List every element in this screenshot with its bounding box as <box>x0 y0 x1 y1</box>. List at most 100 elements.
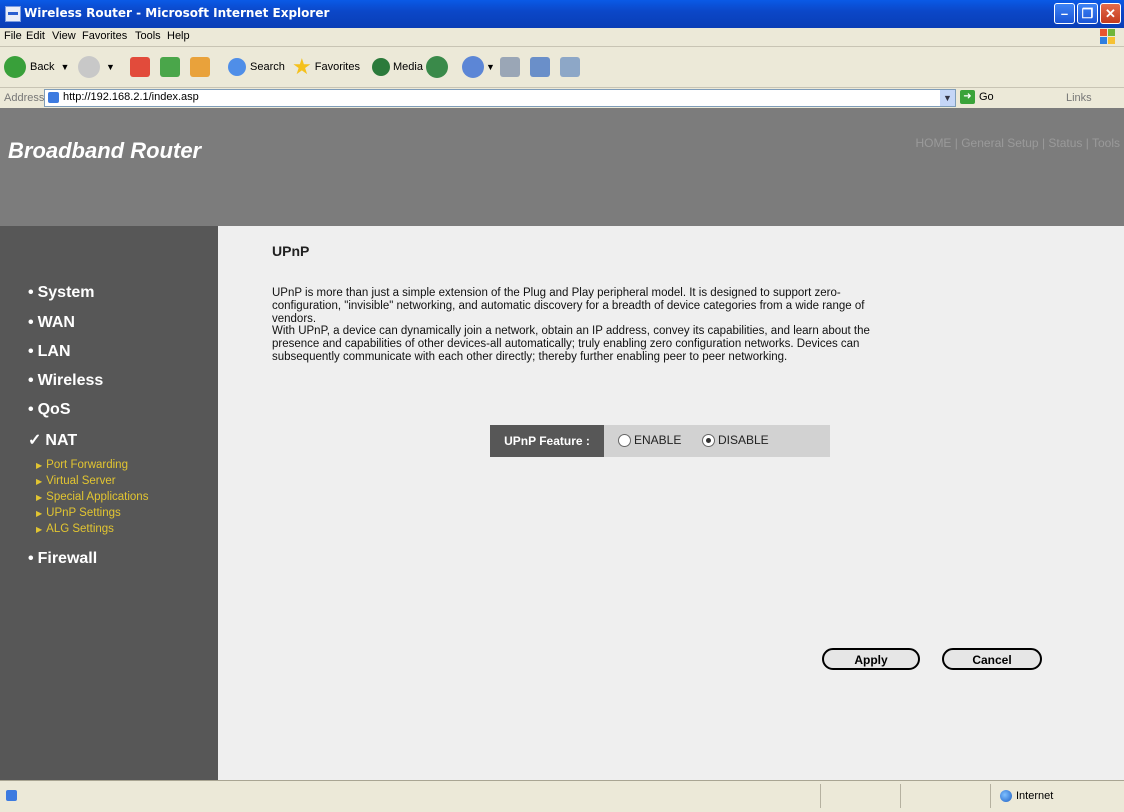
media-icon <box>372 58 390 76</box>
history-button[interactable] <box>426 55 448 79</box>
sidebar-item-label: QoS <box>37 401 71 418</box>
submenu-label: Port Forwarding <box>46 459 128 471</box>
upnp-feature-row: UPnP Feature : ENABLE DISABLE <box>490 425 830 457</box>
sidebar: • System • WAN • LAN • Wireless • QoS ✓ NAT ▶ P… <box>0 226 218 780</box>
upnp-description: UPnP is more than just a simple extensio… <box>272 287 1072 364</box>
description-line: presence and capabilities of other devic… <box>272 338 860 351</box>
triangle-right-icon: ▶ <box>36 461 43 470</box>
cancel-button[interactable]: Cancel <box>942 648 1042 670</box>
sidebar-item-qos[interactable]: • QoS <box>28 401 71 419</box>
menu-file[interactable]: File <box>4 30 22 42</box>
description-line: With UPnP, a device can dynamically join… <box>272 325 870 338</box>
go-arrow-icon: ➜ <box>960 90 975 104</box>
status-divider <box>990 784 991 808</box>
bullet-icon: • <box>28 401 34 418</box>
refresh-button[interactable] <box>160 55 180 79</box>
submenu-label: Special Applications <box>46 491 149 503</box>
top-navigation[interactable]: HOME | General Setup | Status | Tools <box>915 136 1120 150</box>
description-line: subsequently communicate with each other… <box>272 350 788 363</box>
favorites-button[interactable]: ★ Favorites <box>292 54 360 79</box>
back-button[interactable]: Back ▼ <box>4 55 69 79</box>
triangle-right-icon: ▶ <box>36 509 43 518</box>
submenu-special-applications[interactable]: ▶ Special Applications <box>36 491 148 503</box>
mail-dropdown-icon[interactable]: ▼ <box>486 62 495 72</box>
forward-button[interactable]: ▼ <box>78 55 115 79</box>
bullet-icon: • <box>28 284 34 301</box>
browser-toolbar: Back ▼ ▼ Search ★ Favorites Media ▼ <box>0 47 1124 88</box>
stop-icon <box>130 57 150 77</box>
edit-button[interactable] <box>530 55 550 79</box>
router-header: Broadband Router HOME | General Setup | … <box>0 108 1124 226</box>
refresh-icon <box>160 57 180 77</box>
go-label: Go <box>979 91 994 103</box>
messenger-button[interactable] <box>560 55 580 79</box>
media-label: Media <box>393 61 423 73</box>
mail-icon <box>462 56 484 78</box>
submenu-port-forwarding[interactable]: ▶ Port Forwarding <box>36 459 128 471</box>
disable-radio-circle[interactable] <box>702 433 715 447</box>
address-dropdown-icon[interactable]: ▼ <box>940 90 955 106</box>
favorites-label: Favorites <box>314 61 360 73</box>
close-button[interactable]: ✕ <box>1100 3 1121 24</box>
address-url: http://192.168.2.1/index.asp <box>63 91 199 103</box>
menu-bar: File Edit View Favorites Tools Help <box>0 28 1124 47</box>
security-zone: Internet <box>1000 790 1053 802</box>
maximize-button[interactable]: ❐ <box>1077 3 1098 24</box>
submenu-upnp-settings[interactable]: ▶ UPnP Settings <box>36 507 121 519</box>
upnp-feature-label: UPnP Feature : <box>490 425 604 457</box>
enable-label: ENABLE <box>634 433 682 447</box>
triangle-right-icon: ▶ <box>36 525 43 534</box>
favorites-star-icon: ★ <box>292 54 312 79</box>
home-button[interactable] <box>190 55 210 79</box>
go-button[interactable]: ➜ Go <box>960 90 994 104</box>
sidebar-item-label: System <box>37 284 95 301</box>
search-button[interactable]: Search <box>228 55 285 79</box>
checkmark-icon: ✓ <box>28 432 42 449</box>
sidebar-item-wireless[interactable]: • Wireless <box>28 372 103 390</box>
edit-icon <box>530 57 550 77</box>
description-line: configuration, "invisible" networking, a… <box>272 299 865 312</box>
mail-button[interactable]: ▼ <box>462 55 495 79</box>
submenu-alg-settings[interactable]: ▶ ALG Settings <box>36 523 114 535</box>
triangle-right-icon: ▶ <box>36 493 43 502</box>
links-button[interactable]: Links <box>1066 92 1092 104</box>
sidebar-item-label: NAT <box>45 432 78 449</box>
back-dropdown-icon[interactable]: ▼ <box>60 62 69 72</box>
bullet-icon: • <box>28 314 34 331</box>
address-label: Address <box>4 92 45 104</box>
sidebar-item-wan[interactable]: • WAN <box>28 314 75 332</box>
sidebar-item-label: WAN <box>37 314 75 331</box>
stop-button[interactable] <box>130 55 150 79</box>
page-icon <box>48 92 59 103</box>
address-input[interactable]: http://192.168.2.1/index.asp ▼ <box>44 89 956 107</box>
sidebar-item-system[interactable]: • System <box>28 284 95 302</box>
status-divider <box>820 784 821 808</box>
sidebar-item-nat[interactable]: ✓ NAT <box>28 430 77 450</box>
description-line: vendors. <box>272 312 317 325</box>
brand-title: Broadband Router <box>8 138 202 163</box>
home-icon <box>190 57 210 77</box>
menu-favorites[interactable]: Favorites <box>82 30 127 42</box>
triangle-right-icon: ▶ <box>36 477 43 486</box>
enable-radio-circle[interactable] <box>618 433 631 447</box>
print-button[interactable] <box>500 55 520 79</box>
forward-dropdown-icon[interactable]: ▼ <box>106 62 115 72</box>
disable-radio[interactable]: DISABLE <box>702 433 769 447</box>
status-bar: Internet <box>0 780 1124 812</box>
apply-button[interactable]: Apply <box>822 648 920 670</box>
media-button[interactable]: Media <box>372 55 423 79</box>
bullet-icon: • <box>28 372 34 389</box>
menu-edit[interactable]: Edit <box>26 30 45 42</box>
submenu-virtual-server[interactable]: ▶ Virtual Server <box>36 475 116 487</box>
sidebar-item-lan[interactable]: • LAN <box>28 343 71 361</box>
menu-help[interactable]: Help <box>167 30 190 42</box>
window-title: Wireless Router - Microsoft Internet Exp… <box>24 6 330 20</box>
sidebar-item-firewall[interactable]: • Firewall <box>28 550 97 568</box>
back-arrow-icon <box>4 56 26 78</box>
enable-radio[interactable]: ENABLE <box>618 433 681 447</box>
menu-tools[interactable]: Tools <box>135 30 161 42</box>
window-title-bar: Wireless Router - Microsoft Internet Exp… <box>0 0 1124 28</box>
minimize-button[interactable]: – <box>1054 3 1075 24</box>
description-line: UPnP is more than just a simple extensio… <box>272 287 841 299</box>
menu-view[interactable]: View <box>52 30 76 42</box>
